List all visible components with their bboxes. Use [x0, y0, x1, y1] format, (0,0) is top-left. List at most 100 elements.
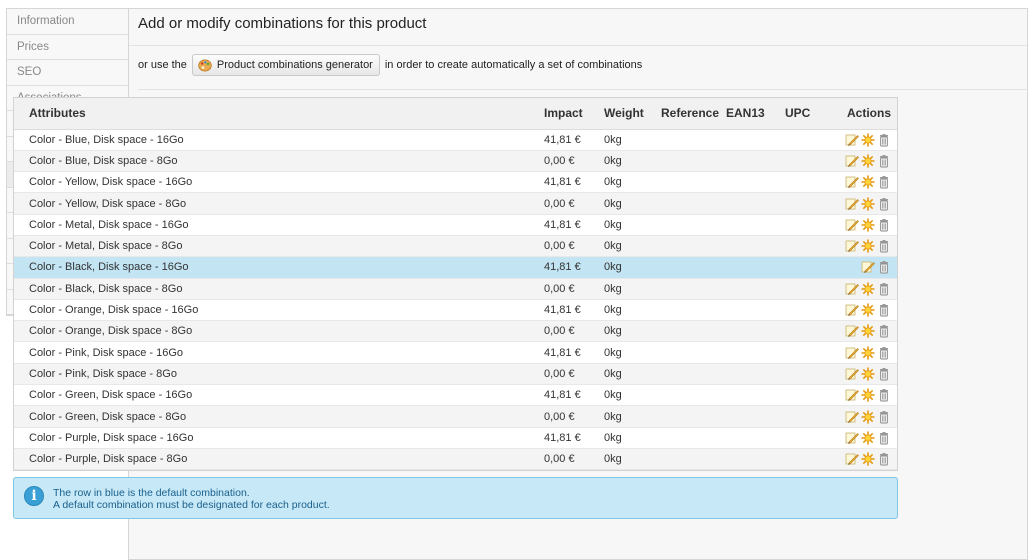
- generator-row: or use the Product combinations generato…: [138, 54, 642, 76]
- delete-icon[interactable]: [877, 133, 891, 147]
- edit-icon[interactable]: [845, 239, 859, 253]
- make-default-icon[interactable]: [861, 154, 875, 168]
- row-actions: [845, 367, 891, 381]
- make-default-icon[interactable]: [861, 196, 875, 211]
- cell-attributes: Color - Metal, Disk space - 16Go: [14, 214, 544, 236]
- cell-impact: 0,00 €: [544, 192, 604, 215]
- make-default-icon[interactable]: [861, 239, 875, 253]
- cell-impact: 41,81 €: [544, 171, 604, 194]
- sidebar-item-prices[interactable]: Prices: [7, 34, 129, 60]
- edit-icon[interactable]: [845, 175, 859, 189]
- delete-icon[interactable]: [877, 175, 891, 189]
- edit-icon[interactable]: [845, 154, 859, 168]
- make-default-icon[interactable]: [861, 132, 875, 147]
- cell-attributes: Color - Metal, Disk space - 8Go: [14, 235, 544, 258]
- make-default-icon[interactable]: [861, 218, 875, 232]
- delete-icon[interactable]: [877, 367, 891, 381]
- cell-ean13: [726, 235, 785, 258]
- cell-ean13: [726, 129, 785, 151]
- cell-weight: 0kg: [604, 384, 661, 407]
- edit-icon[interactable]: [845, 388, 859, 402]
- delete-icon[interactable]: [877, 388, 891, 402]
- delete-icon[interactable]: [877, 410, 891, 424]
- cell-actions: [838, 171, 897, 194]
- table-row[interactable]: Color - Metal, Disk space - 8Go 0,00 €0kg: [14, 235, 897, 258]
- table-row[interactable]: Color - Blue, Disk space - 16Go 41,81 €0k…: [14, 129, 897, 151]
- cell-weight: 0kg: [604, 214, 661, 236]
- cell-actions: [838, 129, 897, 151]
- delete-icon[interactable]: [877, 218, 891, 232]
- make-default-icon[interactable]: [861, 430, 875, 445]
- cell-weight: 0kg: [604, 363, 661, 386]
- cell-ean13: [726, 256, 785, 279]
- sidebar-item-seo[interactable]: SEO: [7, 60, 129, 86]
- table-row-default[interactable]: Color - Black, Disk space - 16Go 41,81 €0…: [14, 256, 897, 279]
- combinations-generator-button[interactable]: Product combinations generator: [191, 54, 380, 76]
- sidebar-item-information[interactable]: Information: [7, 9, 129, 35]
- cell-reference: [661, 320, 726, 343]
- delete-icon[interactable]: [877, 303, 891, 317]
- row-actions: [845, 132, 891, 147]
- edit-icon[interactable]: [845, 367, 859, 381]
- edit-icon[interactable]: [845, 303, 859, 317]
- edit-icon[interactable]: [861, 260, 875, 274]
- make-default-icon[interactable]: [861, 367, 875, 381]
- edit-icon[interactable]: [845, 218, 859, 232]
- table-row[interactable]: Color - Pink, Disk space - 16Go 41,81 €0k…: [14, 341, 897, 364]
- cell-ean13: [726, 405, 785, 428]
- make-default-icon[interactable]: [861, 452, 875, 466]
- cell-ean13: [726, 384, 785, 407]
- combinations-table: Attributes Impact Weight Reference EAN13…: [13, 97, 898, 472]
- make-default-icon[interactable]: [861, 303, 875, 317]
- table-row[interactable]: Color - Metal, Disk space - 16Go 41,81 €0…: [14, 214, 897, 236]
- cell-reference: [661, 427, 726, 449]
- delete-icon[interactable]: [877, 154, 891, 168]
- table-row[interactable]: Color - Purple, Disk space - 16Go 41,81 €…: [14, 427, 897, 449]
- cell-weight: 0kg: [604, 235, 661, 258]
- make-default-icon[interactable]: [861, 175, 875, 190]
- divider: [138, 89, 1027, 90]
- cell-actions: [838, 405, 897, 428]
- delete-icon[interactable]: [877, 452, 891, 466]
- edit-icon[interactable]: [845, 324, 859, 338]
- delete-icon[interactable]: [877, 260, 891, 274]
- cell-impact: 0,00 €: [544, 405, 604, 428]
- table-row[interactable]: Color - Purple, Disk space - 8Go 0,00 €0k…: [14, 448, 897, 471]
- table-row[interactable]: Color - Yellow, Disk space - 8Go 0,00 €0k…: [14, 192, 897, 215]
- table-row[interactable]: Color - Orange, Disk space - 8Go 0,00 €0k…: [14, 320, 897, 343]
- cell-actions: [838, 278, 897, 300]
- delete-icon[interactable]: [877, 431, 891, 445]
- cell-reference: [661, 448, 726, 471]
- table-row[interactable]: Color - Pink, Disk space - 8Go 0,00 €0kg: [14, 363, 897, 386]
- delete-icon[interactable]: [877, 197, 891, 211]
- edit-icon[interactable]: [845, 133, 859, 147]
- delete-icon[interactable]: [877, 282, 891, 296]
- table-row[interactable]: Color - Blue, Disk space - 8Go 0,00 €0kg: [14, 150, 897, 173]
- make-default-icon[interactable]: [861, 388, 875, 403]
- table-row[interactable]: Color - Yellow, Disk space - 16Go 41,81 €…: [14, 171, 897, 194]
- delete-icon[interactable]: [877, 324, 891, 338]
- column-header-reference: Reference: [661, 98, 726, 130]
- edit-icon[interactable]: [845, 452, 859, 466]
- table-row[interactable]: Color - Orange, Disk space - 16Go 41,81 €…: [14, 299, 897, 322]
- edit-icon[interactable]: [845, 282, 859, 296]
- table-row[interactable]: Color - Black, Disk space - 8Go 0,00 €0kg: [14, 278, 897, 300]
- info-message: The row in blue is the default combinati…: [53, 487, 330, 511]
- edit-icon[interactable]: [845, 431, 859, 445]
- table-row[interactable]: Color - Green, Disk space - 16Go 41,81 €0…: [14, 384, 897, 407]
- delete-icon[interactable]: [877, 346, 891, 360]
- delete-icon[interactable]: [877, 239, 891, 253]
- make-default-icon[interactable]: [861, 409, 875, 424]
- table-row[interactable]: Color - Green, Disk space - 8Go 0,00 €0kg: [14, 405, 897, 428]
- row-actions: [845, 196, 891, 211]
- cell-actions: [838, 214, 897, 236]
- row-actions: [845, 324, 891, 339]
- cell-weight: 0kg: [604, 427, 661, 449]
- make-default-icon[interactable]: [861, 345, 875, 360]
- cell-reference: [661, 171, 726, 194]
- edit-icon[interactable]: [845, 346, 859, 360]
- make-default-icon[interactable]: [861, 324, 875, 339]
- make-default-icon[interactable]: [861, 281, 875, 296]
- edit-icon[interactable]: [845, 410, 859, 424]
- edit-icon[interactable]: [845, 197, 859, 211]
